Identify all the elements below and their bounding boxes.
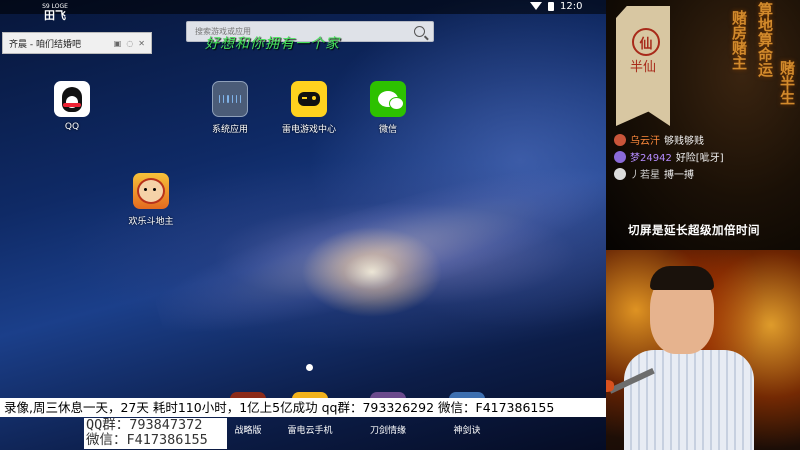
app-system-folder[interactable]: 系统应用 [195,81,265,135]
avatar [614,133,626,146]
chat-message: 梦24942 好险[呲牙] [614,149,724,164]
app-leidian-game-center[interactable]: 雷电游戏中心 [274,81,344,135]
app-qq[interactable]: QQ [37,81,107,132]
calligraphy-text-3: 赌半生 [778,60,796,105]
status-icons: 12:0 [530,0,582,12]
chat-username: 乌云汗 [630,136,660,147]
music-mini-window[interactable]: 齐晨 - 咱们结婚吧 ▣ ◌ ✕ [2,32,152,54]
app-label: 欢乐斗地主 [128,217,174,227]
avatar [614,150,626,163]
dock-label: 雷电云手机 [287,426,333,436]
dock-label: 神剑诀 [453,426,481,436]
app-label: 微信 [378,125,397,135]
gamepad-icon [291,81,327,117]
calligraphy-text-2: 算地算命运 [756,2,774,77]
app-label: 雷电游戏中心 [281,125,336,135]
chat-message: 丿若星 搏一搏 [614,166,694,181]
emulator-desktop: 12:0 S9 LOGE 田飞 齐晨 - 咱们结婚吧 ▣ ◌ ✕ 好想和你拥有一… [0,0,606,450]
battery-icon [548,1,554,11]
flag-emblem: 仙 [632,28,660,56]
wechat-icon [370,81,406,117]
overlay-caption: 好想和你拥有一个家 [205,36,340,52]
app-wechat[interactable]: 微信 [353,81,423,135]
stream-sidebar: 仙 半仙 赌房赌主 算地算命运 赌半生 乌云汗 够贱够贱 梦24942 好险[呲… [606,0,800,450]
flag-subtext: 半仙 [630,60,657,75]
app-doudizhu[interactable]: 欢乐斗地主 [116,173,186,227]
doudizhu-icon [133,173,169,209]
chat-text: 好险[呲牙] [675,153,724,164]
contact-box: QQ群：793847372 微信：F417386155 [84,418,227,449]
status-bar: 12:0 [0,0,606,14]
streamer-hair [650,266,714,290]
scrolling-marquee: 录像,周三休息一天，27天 耗时110小时，1亿上5亿成功 qq群：793326… [0,398,606,417]
banner-flag: 仙 半仙 [616,6,670,126]
webcam-feed [606,250,800,450]
chat-username: 丿若星 [630,170,660,181]
chat-text: 搏一搏 [664,170,694,181]
logo-main-text: 田飞 [44,9,66,22]
music-title: 齐晨 - 咱们结婚吧 [9,39,81,50]
search-icon[interactable] [414,26,425,37]
clock: 12:0 [560,0,583,12]
wechat-text: 微信：F417386155 [86,432,208,448]
restore-icon[interactable]: ▣ [114,39,122,48]
wifi-icon [530,2,542,10]
streamer-shirt [624,350,754,450]
galaxy-wallpaper [146,141,606,359]
close-icon[interactable]: ✕ [138,39,145,48]
app-label: 系统应用 [211,125,248,135]
stream-banner: 仙 半仙 赌房赌主 算地算命运 赌半生 乌云汗 够贱够贱 梦24942 好险[呲… [606,0,800,250]
avatar [614,167,626,180]
settings-icon[interactable]: ◌ [126,39,133,48]
qq-group-text: QQ群：793847372 [86,417,203,433]
chat-message: 乌云汗 够贱够贱 [614,132,704,147]
chat-text: 够贱够贱 [664,136,704,147]
app-label: QQ [64,122,80,132]
page-indicator[interactable] [306,364,313,371]
dock-label: 刀剑情缘 [369,426,406,436]
folder-icon [212,81,248,117]
qq-icon [54,81,90,117]
chat-username: 梦24942 [630,153,672,164]
stream-notice: 切屏是延长超级加倍时间 [628,223,760,237]
stream-logo: S9 LOGE 田飞 [40,3,70,23]
calligraphy-text-1: 赌房赌主 [730,10,748,70]
